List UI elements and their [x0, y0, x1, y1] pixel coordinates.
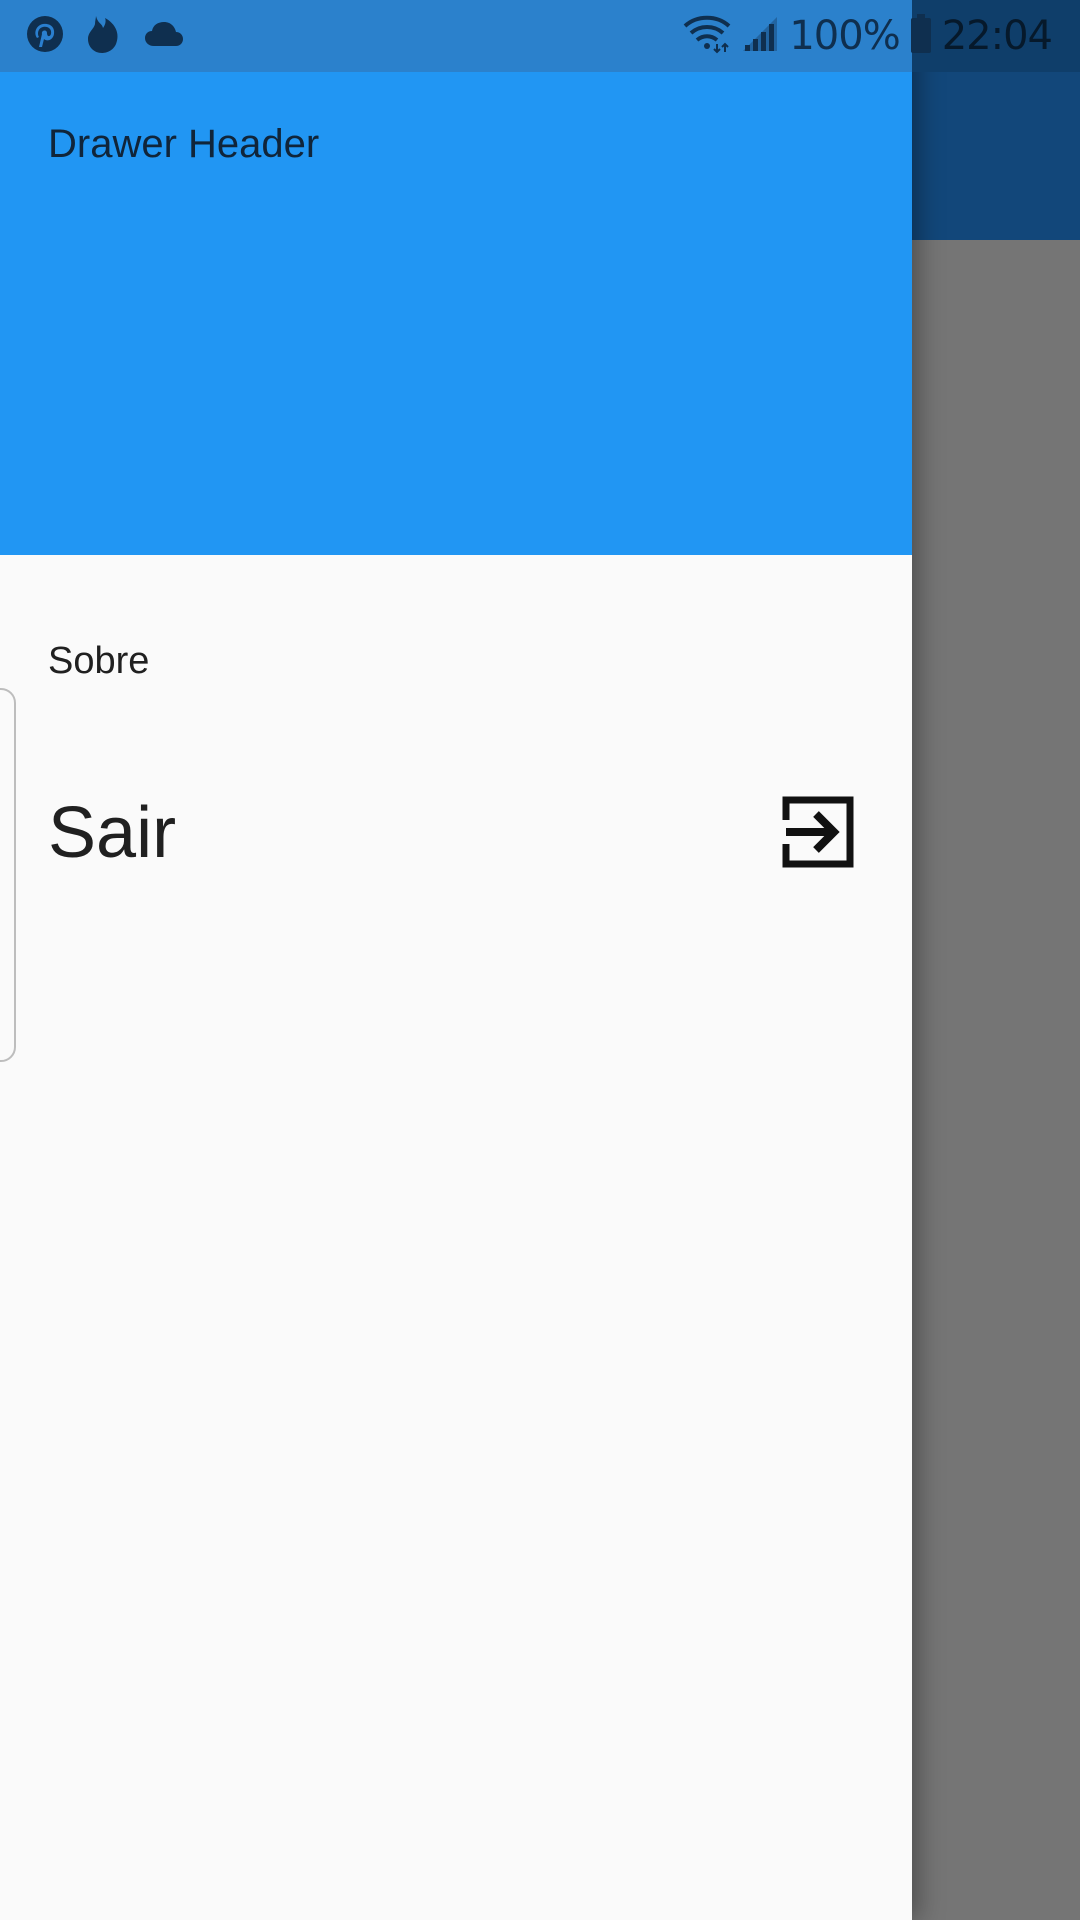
battery-percentage: 100% [789, 13, 900, 59]
drawer-header: Drawer Header [0, 72, 912, 555]
navigation-drawer: Drawer Header Sobre Sair [0, 0, 912, 1920]
notification-icons [26, 14, 184, 59]
signal-icon [741, 15, 779, 58]
edge-drag-handle[interactable] [0, 688, 16, 1062]
menu-item-sair-label: Sair [48, 793, 177, 873]
battery-icon [910, 13, 932, 59]
clock: 22:04 [941, 13, 1053, 59]
drawer-header-title: Drawer Header [48, 122, 320, 166]
pinterest-icon [26, 15, 64, 58]
wifi-icon [683, 14, 731, 59]
menu-item-sobre[interactable]: Sobre [0, 600, 912, 725]
menu-item-sair[interactable]: Sair [0, 760, 912, 900]
system-indicators: 100% 22:04 [683, 10, 1053, 62]
cloud-icon [144, 20, 184, 53]
menu-item-sobre-label: Sobre [48, 640, 150, 682]
status-bar: 100% 22:04 [0, 0, 1080, 72]
exit-to-app-icon [782, 796, 854, 868]
tinder-icon [86, 14, 122, 59]
